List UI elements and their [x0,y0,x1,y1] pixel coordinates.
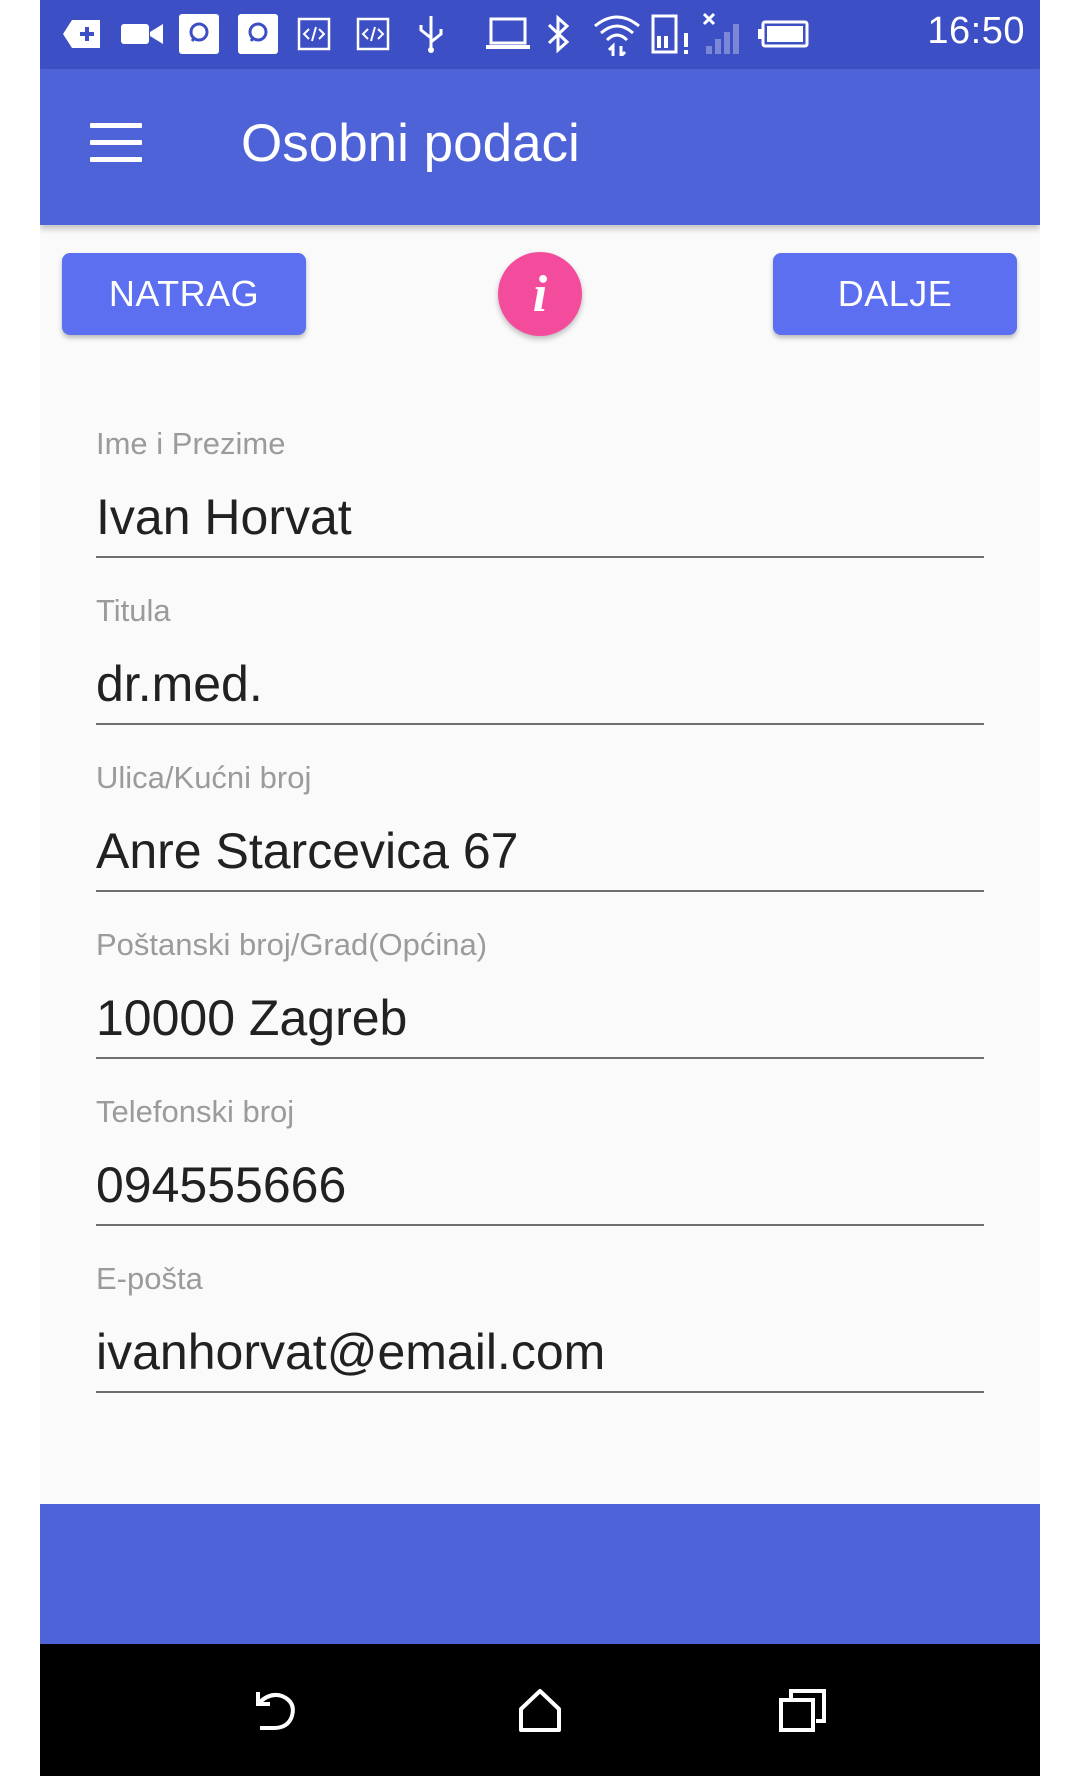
sd-card-alert-icon [650,12,690,56]
status-time: 16:50 [927,10,1025,52]
recents-icon[interactable] [773,1680,833,1740]
video-camera-icon [120,12,164,56]
field-input[interactable]: Ivan Horvat [96,488,352,546]
add-icon [62,12,102,56]
battery-icon [757,12,809,56]
home-icon[interactable] [510,1680,570,1740]
field-input[interactable]: 10000 Zagreb [96,989,407,1047]
code-icon [297,12,331,56]
navigation-bar [40,1644,1040,1776]
field-label: Telefonski broj [96,1094,295,1129]
field-underline [96,1224,984,1226]
back-icon[interactable] [245,1680,305,1740]
field-label: Ime i Prezime [96,426,286,461]
bottom-bar [40,1504,1040,1644]
app-icon [178,12,220,56]
field-input[interactable]: Anre Starcevica 67 [96,822,518,880]
field-label: Titula [96,593,171,628]
info-button[interactable]: i [498,252,582,336]
bluetooth-icon [545,12,573,56]
page-title: Osobni podaci [241,114,580,173]
field-underline [96,1057,984,1059]
laptop-icon [485,12,531,56]
back-button[interactable]: NATRAG [62,253,306,335]
field-underline [96,1391,984,1393]
field-underline [96,890,984,892]
screen: 16:50 Osobni podaci NATRAG i DALJE Ime i… [40,0,1040,1776]
code-icon [356,12,390,56]
field-label: Ulica/Kućni broj [96,760,312,795]
field-input[interactable]: ivanhorvat@email.com [96,1323,605,1381]
field-input[interactable]: 094555666 [96,1156,346,1214]
app-bar: Osobni podaci [40,69,1040,225]
usb-icon [416,12,446,56]
hamburger-menu-icon[interactable] [90,123,142,163]
field-underline [96,556,984,558]
signal-icon [702,12,746,56]
field-label: Poštanski broj/Grad(Općina) [96,927,488,962]
wifi-icon [593,12,641,56]
status-bar: 16:50 [40,0,1040,69]
field-input[interactable]: dr.med. [96,655,263,713]
field-underline [96,723,984,725]
field-label: E-pošta [96,1261,203,1296]
next-button[interactable]: DALJE [773,253,1017,335]
app-icon [237,12,279,56]
